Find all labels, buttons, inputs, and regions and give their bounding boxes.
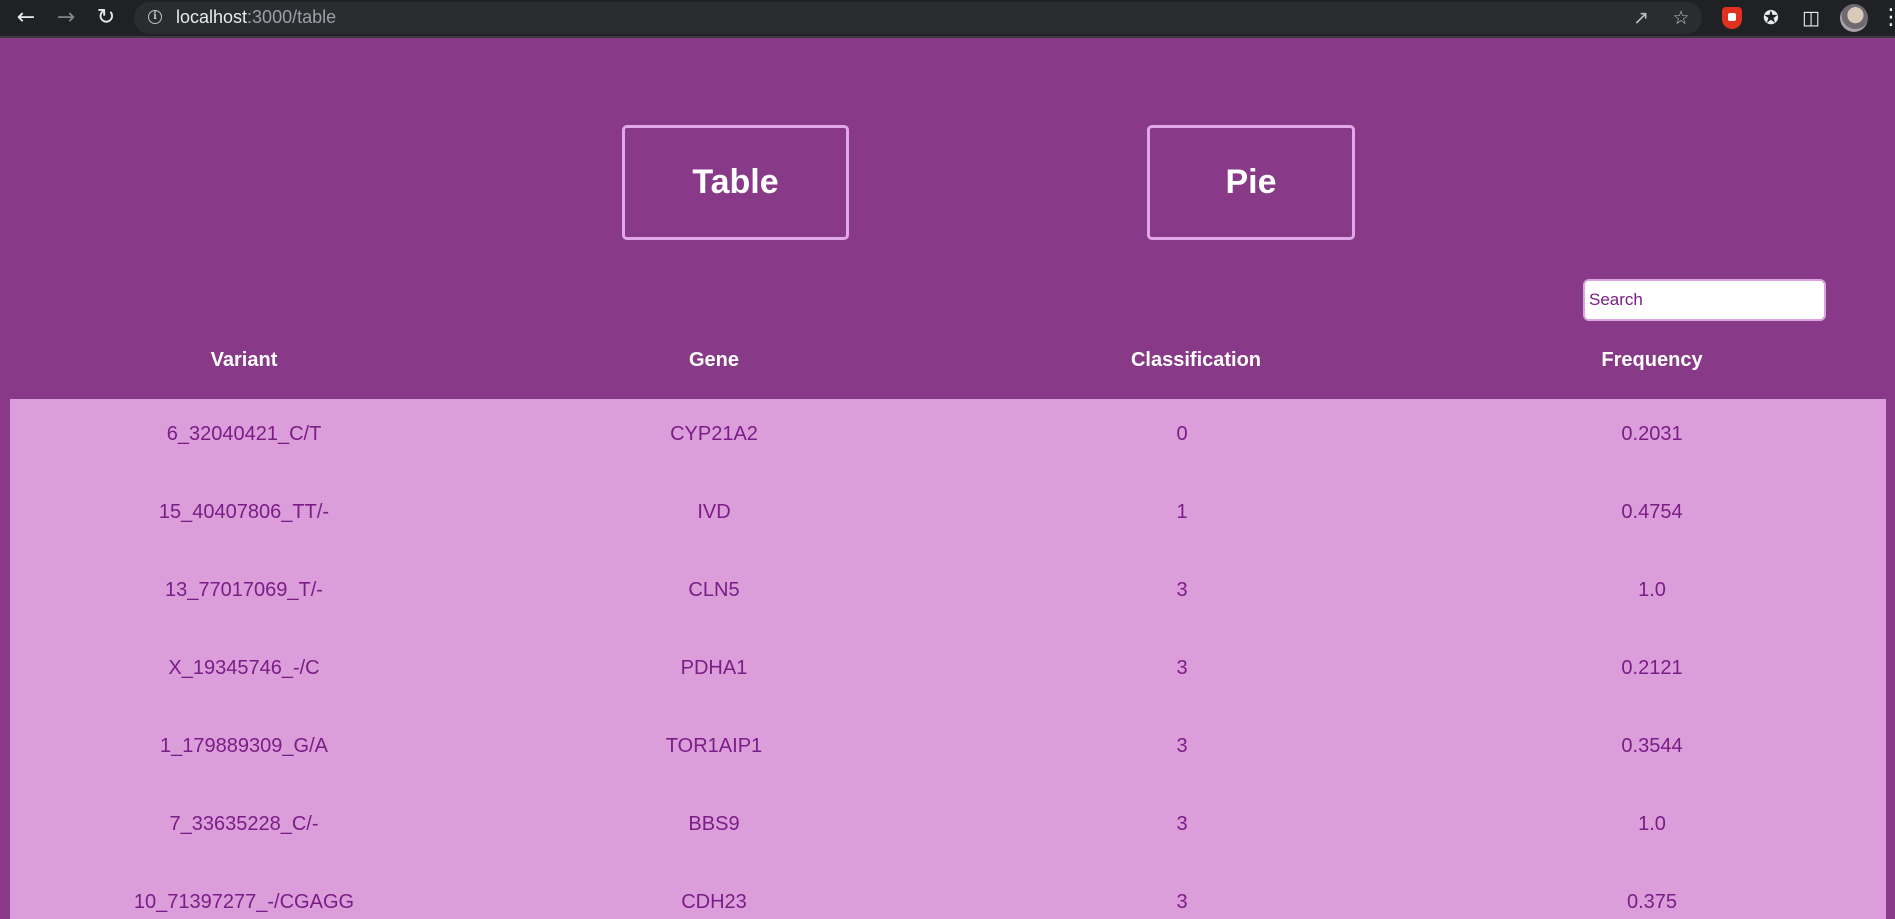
cell-variant: 1_179889309_G/A	[160, 735, 328, 757]
table-row[interactable]: 13_77017069_T/- CLN5 3 1.0	[10, 555, 1886, 633]
url-path: :3000/table	[247, 7, 337, 27]
forward-arrow-icon[interactable]: →	[52, 4, 80, 32]
cell-variant: 6_32040421_C/T	[166, 423, 322, 445]
cell-variant: 15_40407806_TT/-	[158, 501, 330, 523]
table-row[interactable]: 15_40407806_TT/- IVD 1 0.4754	[10, 477, 1886, 555]
table-row[interactable]: 1_179889309_G/A TOR1AIP1 3 0.3544	[10, 711, 1886, 789]
cell-gene: CLN5	[688, 579, 740, 601]
cell-frequency: 0.2031	[1621, 423, 1683, 445]
table-body: 6_32040421_C/T CYP21A2 0 0.2031 15_40407…	[10, 399, 1886, 919]
column-header-classification[interactable]: Classification	[1131, 340, 1261, 380]
search-input[interactable]	[1583, 279, 1826, 321]
reload-icon[interactable]: ↻	[92, 4, 120, 32]
cell-frequency: 0.4754	[1621, 501, 1683, 523]
browser-toolbar: ← → ↻ i localhost:3000/table ↗ ☆ ✪ ◫ ⋮	[0, 0, 1895, 38]
cell-classification: 3	[1176, 657, 1188, 679]
cell-variant: 10_71397277_-/CGAGG	[133, 891, 355, 913]
table-row[interactable]: 7_33635228_C/- BBS9 3 1.0	[10, 789, 1886, 867]
cell-classification: 0	[1176, 423, 1188, 445]
cell-classification: 3	[1176, 579, 1188, 601]
brave-shield-icon[interactable]	[1722, 7, 1742, 29]
cell-classification: 3	[1176, 735, 1188, 757]
table-header: Variant Gene Classification Frequency	[10, 340, 1886, 398]
share-icon[interactable]: ↗	[1630, 7, 1652, 29]
table-nav-button[interactable]: Table	[622, 125, 849, 240]
cell-variant: X_19345746_-/C	[168, 657, 320, 679]
table-row[interactable]: X_19345746_-/C PDHA1 3 0.2121	[10, 633, 1886, 711]
column-header-gene[interactable]: Gene	[689, 340, 739, 380]
url-host: localhost	[176, 7, 248, 27]
url-text[interactable]: localhost:3000/table	[176, 7, 336, 28]
pie-nav-label: Pie	[1225, 163, 1277, 201]
cell-classification: 3	[1176, 813, 1188, 835]
side-panel-icon[interactable]: ◫	[1798, 5, 1824, 31]
star-icon[interactable]: ☆	[1670, 7, 1692, 29]
column-header-variant[interactable]: Variant	[211, 340, 278, 380]
cell-classification: 1	[1176, 501, 1188, 523]
extensions-puzzle-icon[interactable]: ✪	[1758, 5, 1784, 31]
address-bar[interactable]: i localhost:3000/table ↗ ☆	[134, 2, 1702, 34]
cell-gene: TOR1AIP1	[665, 735, 763, 757]
profile-avatar[interactable]	[1840, 4, 1868, 32]
column-header-frequency[interactable]: Frequency	[1601, 340, 1702, 380]
cell-gene: IVD	[697, 501, 731, 523]
cell-frequency: 1.0	[1638, 579, 1666, 601]
menu-kebab-icon[interactable]: ⋮	[1880, 4, 1895, 32]
cell-frequency: 0.2121	[1621, 657, 1683, 679]
cell-gene: CYP21A2	[670, 423, 758, 445]
cell-classification: 3	[1176, 891, 1188, 913]
cell-frequency: 0.3544	[1621, 735, 1683, 757]
cell-gene: PDHA1	[680, 657, 748, 679]
cell-gene: CDH23	[681, 891, 747, 913]
cell-frequency: 1.0	[1638, 813, 1666, 835]
pie-nav-button[interactable]: Pie	[1147, 125, 1355, 240]
cell-gene: BBS9	[688, 813, 740, 835]
table-nav-label: Table	[692, 163, 779, 201]
cell-frequency: 0.375	[1626, 891, 1678, 913]
info-icon[interactable]: i	[148, 10, 162, 24]
table-row[interactable]: 10_71397277_-/CGAGG CDH23 3 0.375	[10, 867, 1886, 919]
back-arrow-icon[interactable]: ←	[12, 4, 40, 32]
table-row[interactable]: 6_32040421_C/T CYP21A2 0 0.2031	[10, 399, 1886, 477]
cell-variant: 13_77017069_T/-	[165, 579, 323, 601]
cell-variant: 7_33635228_C/-	[169, 813, 319, 835]
